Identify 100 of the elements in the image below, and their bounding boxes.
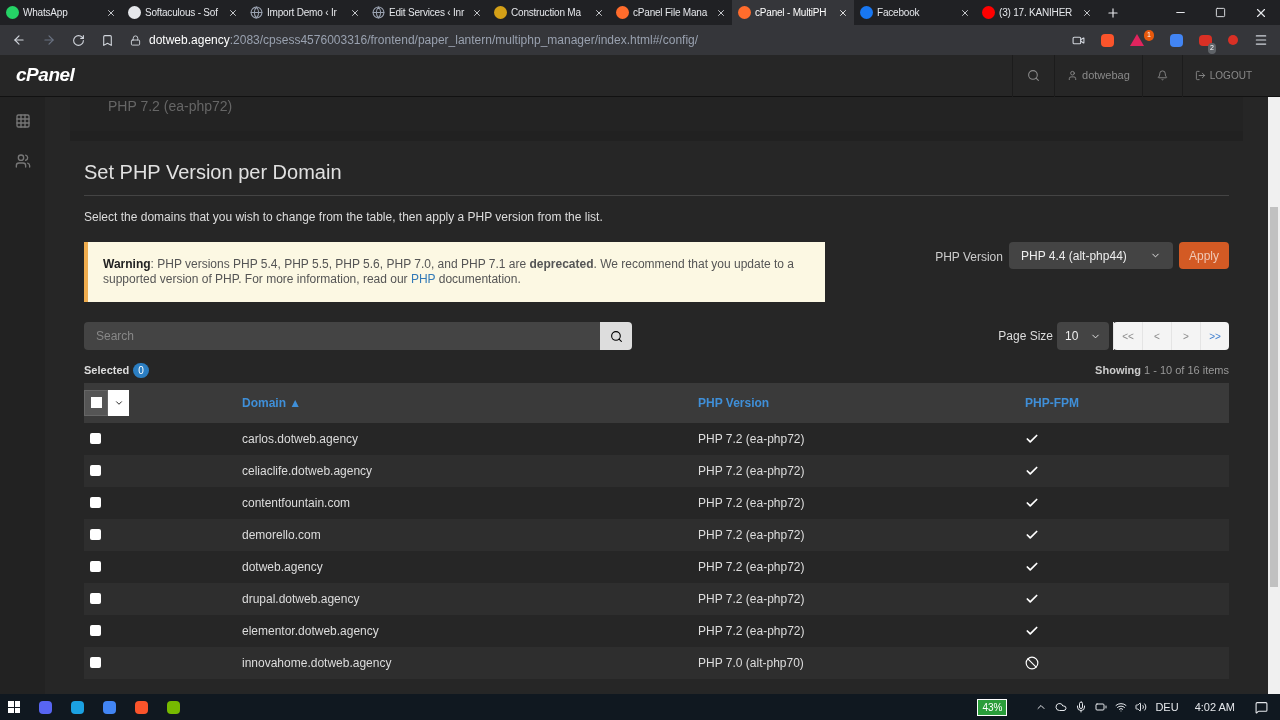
user-menu[interactable]: dotwebag [1054, 54, 1142, 97]
tab-title: Import Demo ‹ Ir [267, 6, 338, 20]
back-icon[interactable] [12, 33, 26, 47]
site-favicon-icon [738, 6, 751, 19]
browser-tab[interactable]: cPanel File Mana [610, 0, 732, 25]
close-icon[interactable] [472, 7, 482, 18]
reload-icon[interactable] [72, 33, 85, 47]
tab-title: Construction Ma [511, 6, 582, 20]
domain-cell-text: dotweb.agency [242, 558, 324, 576]
php-link[interactable]: PHP [410, 272, 436, 286]
tab-title: Softaculous - Sof [145, 6, 219, 20]
chevron-down-icon [1149, 250, 1161, 261]
language-indicator[interactable]: DEU [1155, 698, 1179, 716]
close-icon[interactable] [350, 7, 360, 18]
taskbar-app-icon[interactable] [71, 700, 84, 714]
tab-title: cPanel - MultiPH [755, 6, 828, 20]
forward-icon[interactable] [42, 33, 56, 47]
address-bar[interactable]: dotweb.agency:2083/cpsess4576003316/frontend/paper_lantern/multiphp_manager/index.html#/config/ [130, 28, 1057, 52]
row-checkbox[interactable] [90, 657, 101, 668]
bookmark-icon[interactable] [101, 33, 114, 47]
site-favicon-icon [6, 6, 19, 19]
domain-cell-text: carlos.dotweb.agency [242, 430, 360, 448]
microphone-icon[interactable] [1075, 701, 1088, 713]
battery-icon[interactable] [1095, 701, 1108, 713]
browser-tab[interactable]: (3) 17. KANIHER [976, 0, 1098, 25]
site-favicon-icon [982, 6, 995, 19]
close-icon[interactable] [594, 7, 604, 18]
notifications-icon[interactable] [1255, 700, 1268, 714]
user-icon [1067, 70, 1079, 81]
close-icon[interactable] [838, 7, 848, 18]
browser-tab[interactable]: WhatsApp [0, 0, 122, 25]
users-icon[interactable] [14, 153, 31, 169]
domain-cell-text: innovahome.dotweb.agency [242, 654, 393, 672]
record-icon[interactable] [1228, 35, 1238, 45]
cloud-icon[interactable] [1055, 701, 1068, 713]
logout-button[interactable]: LOGOUT [1181, 54, 1264, 97]
scrollbar[interactable] [1268, 97, 1280, 694]
close-icon[interactable] [716, 7, 726, 18]
site-favicon-icon [128, 6, 141, 19]
close-icon[interactable] [1082, 7, 1092, 18]
wifi-icon[interactable] [1115, 701, 1128, 713]
php-version-label: PHP Version [935, 249, 1003, 266]
search-button[interactable] [600, 322, 632, 350]
page-size-label: Page Size [998, 328, 1053, 345]
search-icon [1027, 69, 1041, 82]
menu-icon[interactable] [1254, 33, 1268, 47]
maximize-icon[interactable] [1215, 7, 1226, 18]
taskbar-app-icon[interactable] [167, 700, 180, 714]
site-favicon-icon [494, 6, 507, 19]
browser-tab[interactable]: cPanel - MultiPH [732, 0, 854, 25]
row-checkbox[interactable] [90, 561, 101, 572]
row-checkbox[interactable] [90, 529, 101, 540]
browser-tab[interactable]: Edit Services ‹ Inr [366, 0, 488, 25]
php-version-cell-text: PHP 7.2 (ea-php72) [698, 558, 806, 576]
php-version-cell-text: PHP 7.2 (ea-php72) [698, 430, 806, 448]
selected-count: 0 [133, 362, 149, 378]
volume-icon[interactable] [1135, 701, 1148, 713]
domain-cell-text: contentfountain.com [242, 494, 352, 512]
previous-section-text: PHP 7.2 (ea-php72) [108, 97, 234, 115]
domain-cell-text: demorello.com [242, 526, 322, 544]
tab-title: cPanel File Mana [633, 6, 709, 20]
grid-icon[interactable] [14, 113, 31, 129]
browser-tab[interactable]: Softaculous - Sof [122, 0, 244, 25]
cpanel-logo[interactable]: cPanel [16, 61, 75, 90]
php-version-cell-text: PHP 7.2 (ea-php72) [698, 590, 806, 608]
logout-icon [1194, 70, 1206, 81]
close-icon[interactable] [960, 7, 970, 18]
warning-text: Warning: PHP versions PHP 5.4, PHP 5.5, PHP 5.6, PHP 7.0, and PHP 7.1 are deprecated. We recommend that you update to a supported version of PHP. For more information, read our PHP documentation. [103, 257, 796, 287]
row-checkbox[interactable] [90, 465, 101, 476]
php-version-select[interactable]: PHP 4.4 (alt-php44) [1008, 242, 1173, 269]
clock[interactable]: 4:02 AM [1194, 698, 1235, 716]
row-checkbox[interactable] [90, 593, 101, 604]
page-size-select[interactable]: 10 [1057, 322, 1109, 350]
lock-icon [130, 34, 141, 46]
row-checkbox[interactable] [90, 497, 101, 508]
bell-icon [1156, 70, 1168, 81]
domain-cell-text: drupal.dotweb.agency [242, 590, 361, 608]
browser-tab[interactable]: Facebook [854, 0, 976, 25]
taskbar-app-icon[interactable] [135, 700, 148, 714]
globe-icon [250, 6, 263, 19]
new-tab-icon[interactable] [1106, 5, 1120, 20]
taskbar-app-icon[interactable] [103, 700, 116, 714]
php-version-cell-text: PHP 7.2 (ea-php72) [698, 526, 806, 544]
pager-button[interactable]: >> [1200, 322, 1229, 350]
row-checkbox[interactable] [90, 625, 101, 636]
close-icon[interactable] [228, 7, 238, 18]
browser-tab[interactable]: Import Demo ‹ Ir [244, 0, 366, 25]
close-icon[interactable] [106, 7, 116, 18]
php-version-cell-text: PHP 7.2 (ea-php72) [698, 462, 806, 480]
globe-icon [372, 6, 385, 19]
extension-icon[interactable] [1199, 34, 1212, 46]
select-menu-button[interactable] [108, 389, 129, 416]
windows-start-icon[interactable] [8, 701, 20, 713]
browser-tab[interactable]: Construction Ma [488, 0, 610, 25]
domain-cell-text: celiaclife.dotweb.agency [242, 462, 374, 480]
row-checkbox[interactable] [90, 433, 101, 444]
taskbar-app-icon[interactable] [39, 700, 52, 714]
php-version-cell-text: PHP 7.2 (ea-php72) [698, 494, 806, 512]
search-icon [609, 329, 623, 343]
select-all-checkbox[interactable] [90, 397, 102, 408]
